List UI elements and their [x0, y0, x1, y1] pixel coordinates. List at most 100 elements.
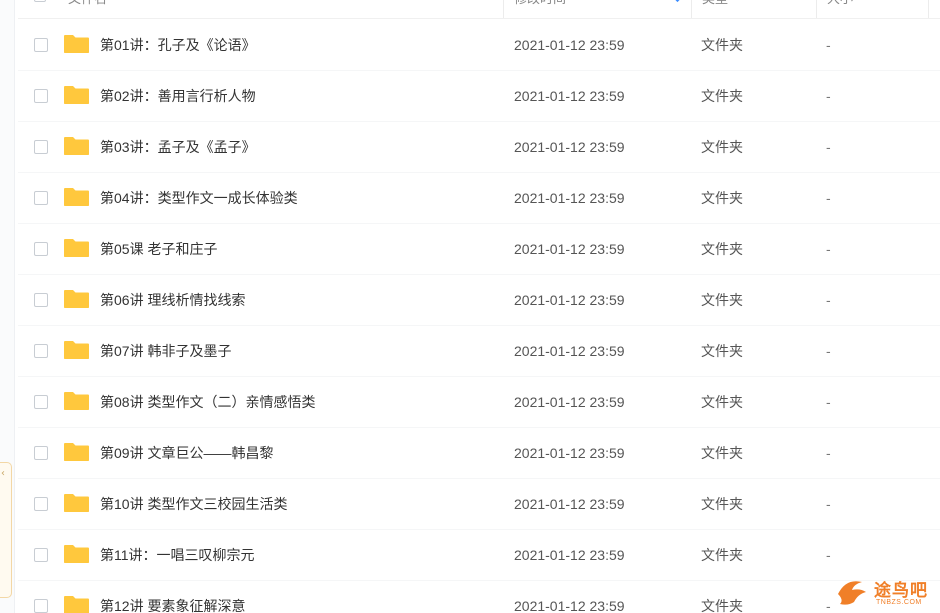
file-size: -	[826, 547, 831, 563]
file-name[interactable]: 第08讲 类型作文（二）亲情感悟类	[100, 392, 315, 412]
row-checkbox[interactable]	[34, 191, 48, 205]
modified-time: 2021-01-12 23:59	[514, 547, 625, 563]
file-type: 文件夹	[701, 547, 743, 563]
file-type: 文件夹	[701, 292, 743, 308]
file-type: 文件夹	[701, 394, 743, 410]
row-checkbox[interactable]	[34, 38, 48, 52]
column-header-name[interactable]: 文件名	[58, 0, 107, 18]
file-size: -	[826, 598, 831, 613]
file-name[interactable]: 第10讲 类型作文三校园生活类	[100, 494, 287, 514]
table-row[interactable]: 第02讲：善用言行析人物 2021-01-12 23:59 文件夹 -	[18, 71, 940, 122]
file-name[interactable]: 第03讲：孟子及《孟子》	[100, 137, 256, 157]
row-checkbox[interactable]	[34, 395, 48, 409]
row-checkbox[interactable]	[34, 599, 48, 613]
file-type: 文件夹	[701, 190, 743, 206]
watermark-subtext: TNBZS.COM	[876, 599, 922, 606]
file-name[interactable]: 第06讲 理线析情找线索	[100, 290, 245, 310]
file-name[interactable]: 第02讲：善用言行析人物	[100, 86, 256, 106]
table-header: 文件名 修改时间 ◆ 类型 大小	[18, 0, 940, 19]
sort-descending-icon[interactable]: ◆	[674, 0, 682, 3]
watermark-logo-icon	[838, 581, 866, 605]
folder-icon	[63, 187, 90, 207]
file-size: -	[826, 394, 831, 410]
folder-icon	[63, 85, 90, 105]
column-header-modified[interactable]: 修改时间	[504, 0, 566, 18]
file-type: 文件夹	[701, 496, 743, 512]
column-divider[interactable]	[928, 0, 929, 18]
file-size: -	[826, 343, 831, 359]
table-row[interactable]: 第09讲 文章巨公——韩昌黎 2021-01-12 23:59 文件夹 -	[18, 428, 940, 479]
table-row[interactable]: 第08讲 类型作文（二）亲情感悟类 2021-01-12 23:59 文件夹 -	[18, 377, 940, 428]
table-row[interactable]: 第04讲：类型作文一成长体验类 2021-01-12 23:59 文件夹 -	[18, 173, 940, 224]
row-checkbox[interactable]	[34, 497, 48, 511]
folder-icon	[63, 34, 90, 54]
folder-icon	[63, 238, 90, 258]
file-type: 文件夹	[701, 88, 743, 104]
table-row[interactable]: 第01讲：孔子及《论语》 2021-01-12 23:59 文件夹 -	[18, 20, 940, 71]
file-name[interactable]: 第01讲：孔子及《论语》	[100, 35, 256, 55]
file-list-page: ‹ 文件名 修改时间 ◆ 类型 大小 第01讲：孔子及《论语》 2021-01-…	[0, 0, 940, 613]
file-name[interactable]: 第09讲 文章巨公——韩昌黎	[100, 443, 273, 463]
modified-time: 2021-01-12 23:59	[514, 88, 625, 104]
watermark: 途鸟吧 TNBZS.COM	[832, 572, 938, 612]
folder-icon	[63, 136, 90, 156]
table-row[interactable]: 第03讲：孟子及《孟子》 2021-01-12 23:59 文件夹 -	[18, 122, 940, 173]
modified-time: 2021-01-12 23:59	[514, 37, 625, 53]
file-size: -	[826, 445, 831, 461]
row-checkbox[interactable]	[34, 293, 48, 307]
file-type: 文件夹	[701, 598, 743, 613]
file-size: -	[826, 190, 831, 206]
table-row[interactable]: 第05课 老子和庄子 2021-01-12 23:59 文件夹 -	[18, 224, 940, 275]
table-row[interactable]: 第10讲 类型作文三校园生活类 2021-01-12 23:59 文件夹 -	[18, 479, 940, 530]
file-name[interactable]: 第07讲 韩非子及墨子	[100, 341, 231, 361]
row-checkbox[interactable]	[34, 89, 48, 103]
file-size: -	[826, 139, 831, 155]
row-checkbox[interactable]	[34, 344, 48, 358]
folder-icon	[63, 391, 90, 411]
file-size: -	[826, 241, 831, 257]
select-all-checkbox[interactable]	[34, 0, 46, 2]
row-checkbox[interactable]	[34, 446, 48, 460]
modified-time: 2021-01-12 23:59	[514, 445, 625, 461]
collapse-panel-handle[interactable]: ‹	[0, 462, 12, 598]
file-type: 文件夹	[701, 139, 743, 155]
table-row[interactable]: 第07讲 韩非子及墨子 2021-01-12 23:59 文件夹 -	[18, 326, 940, 377]
file-size: -	[826, 37, 831, 53]
row-checkbox[interactable]	[34, 140, 48, 154]
file-size: -	[826, 292, 831, 308]
watermark-text: 途鸟吧	[874, 581, 928, 600]
modified-time: 2021-01-12 23:59	[514, 139, 625, 155]
column-header-type[interactable]: 类型	[692, 0, 728, 18]
modified-time: 2021-01-12 23:59	[514, 394, 625, 410]
folder-icon	[63, 544, 90, 564]
file-type: 文件夹	[701, 343, 743, 359]
modified-time: 2021-01-12 23:59	[514, 241, 625, 257]
folder-icon	[63, 442, 90, 462]
file-type: 文件夹	[701, 37, 743, 53]
modified-time: 2021-01-12 23:59	[514, 496, 625, 512]
file-size: -	[826, 496, 831, 512]
table-row[interactable]: 第12讲 要素象征解深意 2021-01-12 23:59 文件夹 -	[18, 581, 940, 613]
row-checkbox[interactable]	[34, 242, 48, 256]
modified-time: 2021-01-12 23:59	[514, 190, 625, 206]
modified-time: 2021-01-12 23:59	[514, 343, 625, 359]
table-row[interactable]: 第11讲：一唱三叹柳宗元 2021-01-12 23:59 文件夹 -	[18, 530, 940, 581]
file-type: 文件夹	[701, 241, 743, 257]
modified-time: 2021-01-12 23:59	[514, 598, 625, 613]
file-name[interactable]: 第05课 老子和庄子	[100, 239, 217, 259]
row-checkbox[interactable]	[34, 548, 48, 562]
file-type: 文件夹	[701, 445, 743, 461]
folder-icon	[63, 493, 90, 513]
table-row[interactable]: 第06讲 理线析情找线索 2021-01-12 23:59 文件夹 -	[18, 275, 940, 326]
folder-icon	[63, 340, 90, 360]
folder-icon	[63, 595, 90, 613]
file-list: 第01讲：孔子及《论语》 2021-01-12 23:59 文件夹 - 第02讲…	[18, 20, 940, 613]
modified-time: 2021-01-12 23:59	[514, 292, 625, 308]
file-size: -	[826, 88, 831, 104]
chevron-left-icon: ‹	[1, 468, 5, 479]
file-name[interactable]: 第12讲 要素象征解深意	[100, 596, 245, 613]
file-name[interactable]: 第11讲：一唱三叹柳宗元	[100, 545, 255, 565]
column-header-size[interactable]: 大小	[817, 0, 853, 18]
folder-icon	[63, 289, 90, 309]
file-name[interactable]: 第04讲：类型作文一成长体验类	[100, 188, 298, 208]
